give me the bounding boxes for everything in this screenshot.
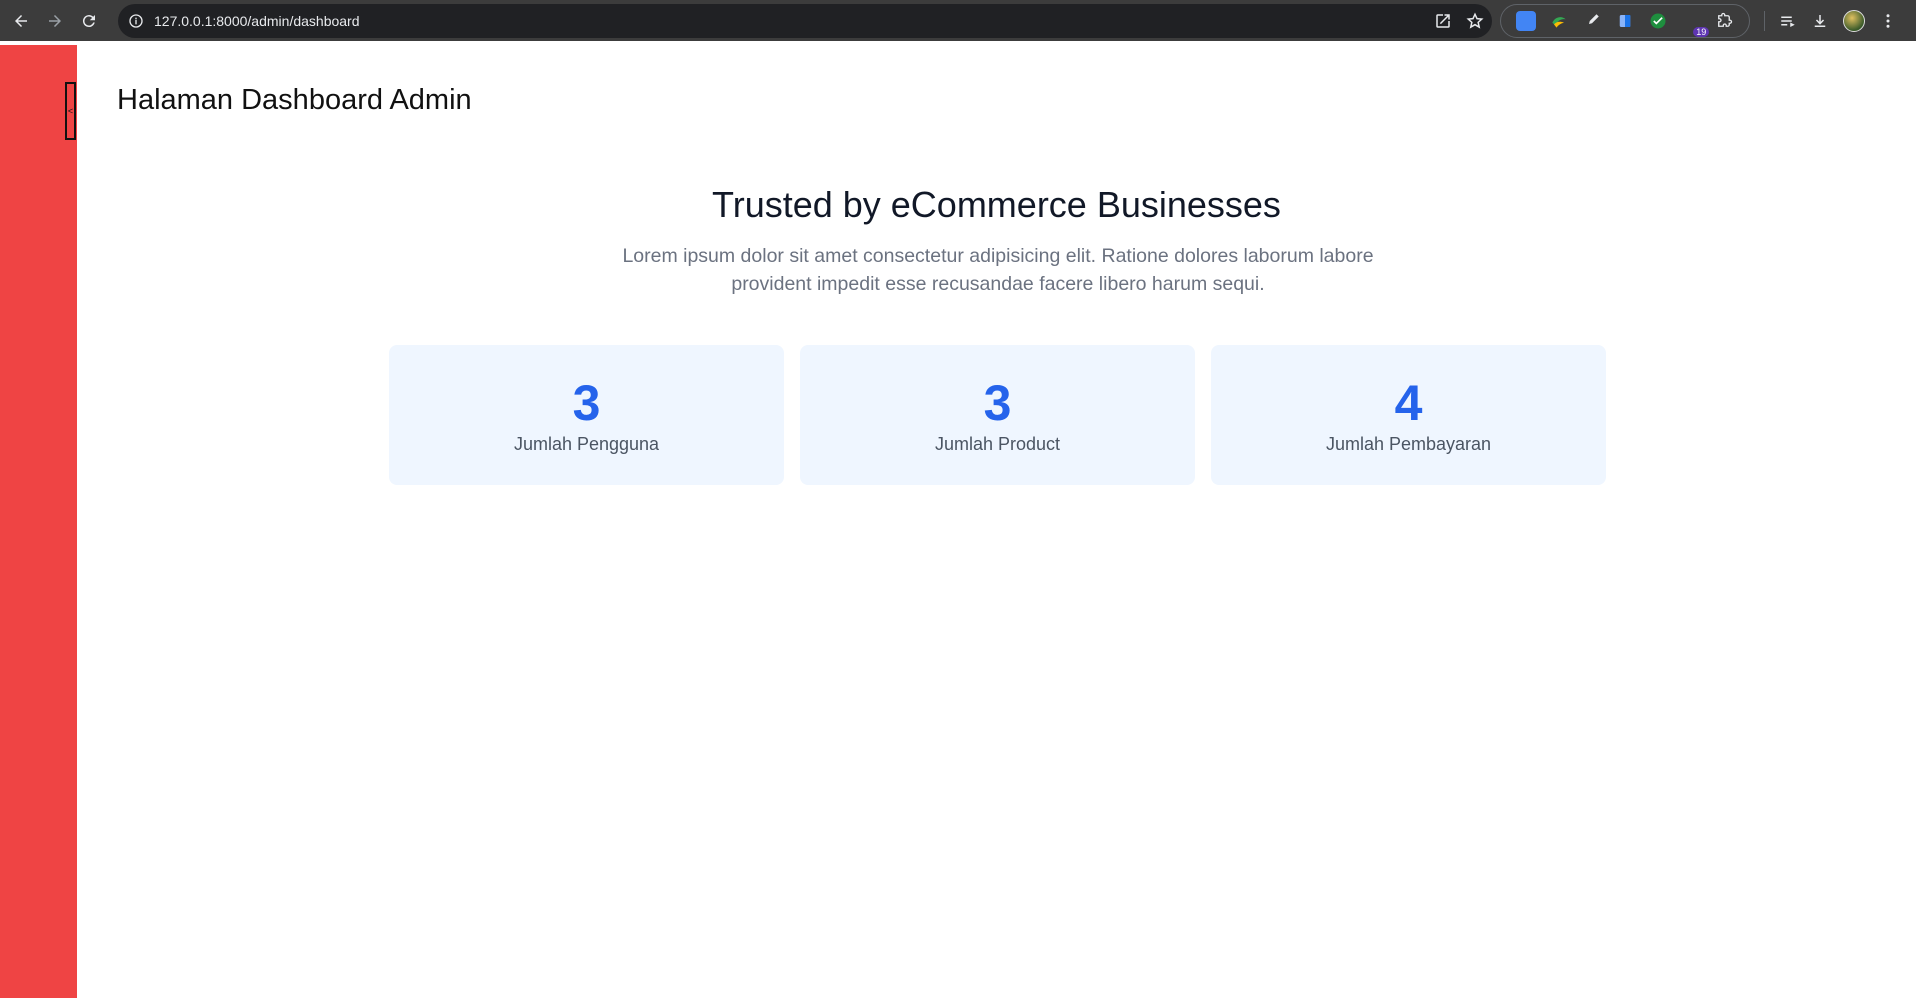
blue-extension-icon[interactable] — [1615, 11, 1635, 31]
puzzle-extensions-icon[interactable] — [1714, 11, 1734, 31]
stat-label: Jumlah Pengguna — [513, 433, 660, 454]
extension-badge: 19 — [1693, 27, 1710, 37]
arrow-left-icon — [15, 14, 27, 27]
address-bar[interactable]: 127.0.0.1:8000/admin/dashboard — [118, 4, 1492, 38]
stat-card-payments: 4 Jumlah Pembayaran — [1211, 345, 1606, 485]
arrow-right-icon — [49, 14, 61, 27]
sidebar — [0, 45, 77, 998]
stat-label: Jumlah Product — [934, 433, 1061, 454]
reading-list-icon[interactable] — [1779, 12, 1797, 30]
purple-extension-icon[interactable]: 19 — [1681, 11, 1710, 37]
page-title: Halaman Dashboard Admin — [117, 84, 472, 116]
hero-description: Lorem ipsum dolor sit amet consectetur a… — [622, 245, 1374, 295]
profile-avatar[interactable] — [1843, 10, 1865, 32]
stat-card-users: 3 Jumlah Pengguna — [389, 345, 784, 485]
stat-value: 3 — [983, 374, 1012, 431]
green-extension-icon[interactable] — [1549, 11, 1569, 31]
extensions-area: 19 — [1500, 4, 1750, 38]
stat-value: 4 — [1394, 374, 1423, 431]
color-picker-extension-icon[interactable] — [1582, 11, 1602, 31]
open-in-new-icon[interactable] — [1434, 12, 1452, 30]
more-menu-icon[interactable] — [1879, 12, 1897, 30]
browser-right-tools — [1764, 4, 1897, 38]
bookmark-star-icon[interactable] — [1466, 12, 1484, 30]
download-icon[interactable] — [1811, 12, 1829, 30]
hero-heading: Trusted by eCommerce Businesses — [712, 184, 1281, 225]
stat-label: Jumlah Pembayaran — [1325, 433, 1492, 454]
browser-toolbar: 127.0.0.1:8000/admin/dashboard 19 — [0, 0, 1916, 41]
stats-grid: 3 Jumlah Pengguna 3 Jumlah Product 4 Jum… — [389, 345, 1606, 485]
translate-extension-icon[interactable] — [1515, 11, 1536, 31]
forward-button[interactable] — [40, 6, 70, 36]
chevron-left-icon: < — [67, 106, 74, 116]
toolbar-divider — [1764, 11, 1765, 31]
reload-icon — [82, 14, 95, 27]
reload-button[interactable] — [74, 6, 104, 36]
back-button[interactable] — [6, 6, 36, 36]
stat-card-products: 3 Jumlah Product — [800, 345, 1195, 485]
check-extension-icon[interactable] — [1648, 11, 1668, 31]
site-info-icon[interactable] — [128, 13, 144, 29]
stat-value: 3 — [572, 374, 601, 431]
sidebar-toggle-button[interactable]: < — [65, 82, 76, 140]
url-text[interactable]: 127.0.0.1:8000/admin/dashboard — [154, 13, 360, 29]
